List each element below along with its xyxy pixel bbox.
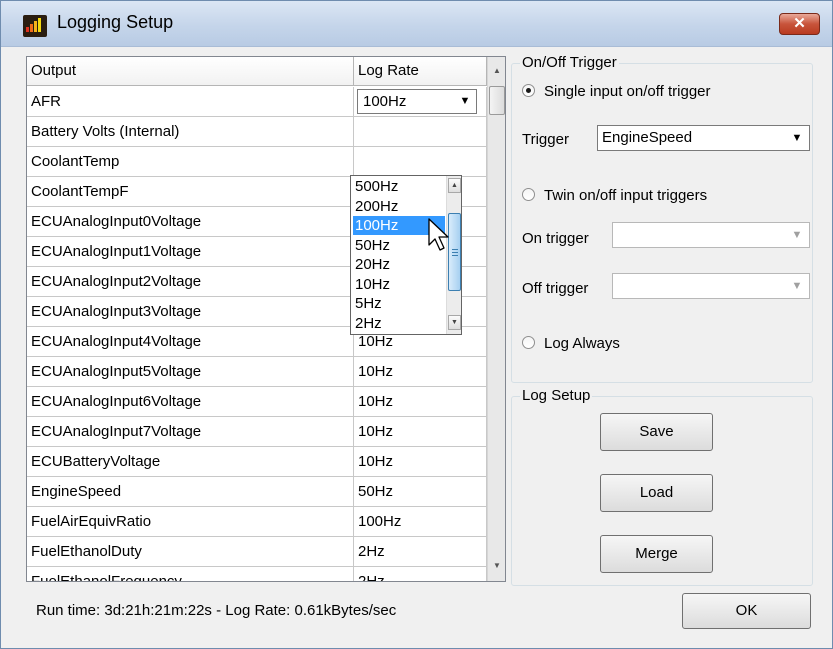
twin-trigger-label: Twin on/off input triggers: [544, 187, 708, 204]
save-button[interactable]: Save: [600, 413, 713, 451]
output-cell[interactable]: ECUAnalogInput7Voltage: [27, 417, 354, 447]
output-cell[interactable]: FuelEthanolFrequency: [27, 567, 354, 581]
column-header-output[interactable]: Output: [27, 57, 354, 86]
radio-unselected-indicator: [522, 336, 535, 350]
output-cell[interactable]: AFR: [27, 87, 354, 117]
log-rate-cell[interactable]: 50Hz: [354, 477, 487, 507]
on-trigger-label: On trigger: [522, 230, 589, 247]
output-cell[interactable]: EngineSpeed: [27, 477, 354, 507]
table-row[interactable]: ECUAnalogInput5Voltage 10Hz: [27, 357, 487, 387]
radio-unselected-indicator: [522, 188, 535, 202]
output-cell[interactable]: CoolantTemp: [27, 147, 354, 177]
ok-button[interactable]: OK: [682, 593, 811, 629]
log-always-radio[interactable]: Log Always: [522, 334, 620, 354]
trigger-select[interactable]: EngineSpeed ▼: [597, 125, 810, 151]
chevron-down-icon: ▼: [459, 95, 471, 107]
dropdown-scrollbar[interactable]: ▲ ▼: [446, 176, 461, 334]
on-off-trigger-group: On/Off Trigger Single input on/off trigg…: [511, 54, 813, 383]
close-icon: ✕: [793, 15, 806, 32]
output-cell[interactable]: ECUAnalogInput5Voltage: [27, 357, 354, 387]
table-row[interactable]: FuelAirEquivRatio 100Hz: [27, 507, 487, 537]
log-setup-group: Log Setup Save Load Merge: [511, 387, 813, 586]
dropdown-option[interactable]: 200Hz: [353, 197, 445, 216]
dropdown-option[interactable]: 20Hz: [353, 255, 445, 274]
scroll-down-icon[interactable]: ▼: [488, 557, 505, 575]
mouse-pointer-icon: [428, 218, 449, 251]
output-cell[interactable]: ECUAnalogInput2Voltage: [27, 267, 354, 297]
output-cell[interactable]: FuelAirEquivRatio: [27, 507, 354, 537]
output-cell[interactable]: ECUAnalogInput3Voltage: [27, 297, 354, 327]
on-trigger-select[interactable]: ▼: [612, 222, 810, 248]
log-rate-cell[interactable]: 10Hz: [354, 357, 487, 387]
dropdown-option[interactable]: 2Hz: [353, 314, 445, 333]
app-logo-icon: [23, 15, 47, 37]
dropdown-option[interactable]: 5Hz: [353, 294, 445, 313]
output-cell[interactable]: CoolantTempF: [27, 177, 354, 207]
chevron-down-icon: ▼: [791, 229, 803, 241]
column-header-log-rate[interactable]: Log Rate: [354, 57, 487, 86]
log-rate-cell[interactable]: [354, 117, 487, 147]
log-setup-title: Log Setup: [520, 387, 593, 405]
output-cell[interactable]: ECUAnalogInput1Voltage: [27, 237, 354, 267]
radio-selected-indicator: [522, 84, 535, 98]
table-row[interactable]: CoolantTemp: [27, 147, 487, 177]
trigger-select-value: EngineSpeed: [602, 129, 693, 146]
single-trigger-radio[interactable]: Single input on/off trigger: [522, 82, 711, 102]
scroll-up-icon[interactable]: ▲: [448, 178, 461, 193]
output-cell[interactable]: FuelEthanolDuty: [27, 537, 354, 567]
title-bar: Logging Setup ✕: [1, 1, 832, 47]
table-row[interactable]: ECUAnalogInput7Voltage 10Hz: [27, 417, 487, 447]
output-cell[interactable]: ECUBatteryVoltage: [27, 447, 354, 477]
log-rate-dropdown-list[interactable]: 500Hz 200Hz 100Hz 50Hz 20Hz 10Hz 5Hz 2Hz ▲ ▼: [350, 175, 462, 335]
twin-trigger-radio[interactable]: Twin on/off input triggers: [522, 186, 707, 206]
window-title: Logging Setup: [57, 12, 174, 32]
dropdown-option[interactable]: 10Hz: [353, 275, 445, 294]
logging-setup-window: Logging Setup ✕ Output Log Rate AFR 100Hz…: [0, 0, 833, 649]
off-trigger-select[interactable]: ▼: [612, 273, 810, 299]
scroll-up-icon[interactable]: ▲: [488, 62, 505, 80]
output-cell[interactable]: ECUAnalogInput0Voltage: [27, 207, 354, 237]
trigger-label: Trigger: [522, 131, 569, 148]
table-row[interactable]: Battery Volts (Internal): [27, 117, 487, 147]
client-area: Output Log Rate AFR 100Hz ▼ Battery Volts (…: [11, 48, 823, 638]
output-cell[interactable]: ECUAnalogInput6Voltage: [27, 387, 354, 417]
on-off-trigger-title: On/Off Trigger: [520, 54, 619, 72]
single-trigger-label: Single input on/off trigger: [544, 83, 711, 100]
log-rate-combo-value: 100Hz: [363, 93, 407, 110]
output-cell[interactable]: Battery Volts (Internal): [27, 117, 354, 147]
log-rate-cell[interactable]: 10Hz: [354, 417, 487, 447]
log-rate-cell[interactable]: 10Hz: [354, 387, 487, 417]
table-row[interactable]: FuelEthanolFrequency 2Hz: [27, 567, 487, 581]
grid-header: Output Log Rate: [27, 57, 487, 86]
chevron-down-icon: ▼: [791, 132, 803, 144]
table-row[interactable]: AFR 100Hz ▼: [27, 87, 487, 117]
log-rate-cell[interactable]: 2Hz: [354, 567, 487, 581]
scroll-down-icon[interactable]: ▼: [448, 315, 461, 330]
log-rate-cell[interactable]: [354, 147, 487, 177]
log-rate-cell[interactable]: 10Hz: [354, 447, 487, 477]
status-text: Run time: 3d:21h:21m:22s - Log Rate: 0.6…: [36, 602, 397, 619]
grid-scrollbar[interactable]: ▲ ▼: [487, 57, 505, 581]
table-row[interactable]: ECUBatteryVoltage 10Hz: [27, 447, 487, 477]
close-button[interactable]: ✕: [779, 13, 820, 35]
table-row[interactable]: ECUAnalogInput6Voltage 10Hz: [27, 387, 487, 417]
scrollbar-thumb[interactable]: [489, 86, 505, 115]
table-row[interactable]: FuelEthanolDuty 2Hz: [27, 537, 487, 567]
table-row[interactable]: EngineSpeed 50Hz: [27, 477, 487, 507]
off-trigger-label: Off trigger: [522, 280, 589, 297]
dropdown-option[interactable]: 500Hz: [353, 177, 445, 196]
load-button[interactable]: Load: [600, 474, 713, 512]
merge-button[interactable]: Merge: [600, 535, 713, 573]
output-cell[interactable]: ECUAnalogInput4Voltage: [27, 327, 354, 357]
chevron-down-icon: ▼: [791, 280, 803, 292]
log-rate-cell[interactable]: 2Hz: [354, 537, 487, 567]
log-rate-cell[interactable]: 100Hz: [354, 507, 487, 537]
log-rate-combo[interactable]: 100Hz ▼: [357, 89, 477, 114]
log-always-label: Log Always: [544, 335, 620, 352]
